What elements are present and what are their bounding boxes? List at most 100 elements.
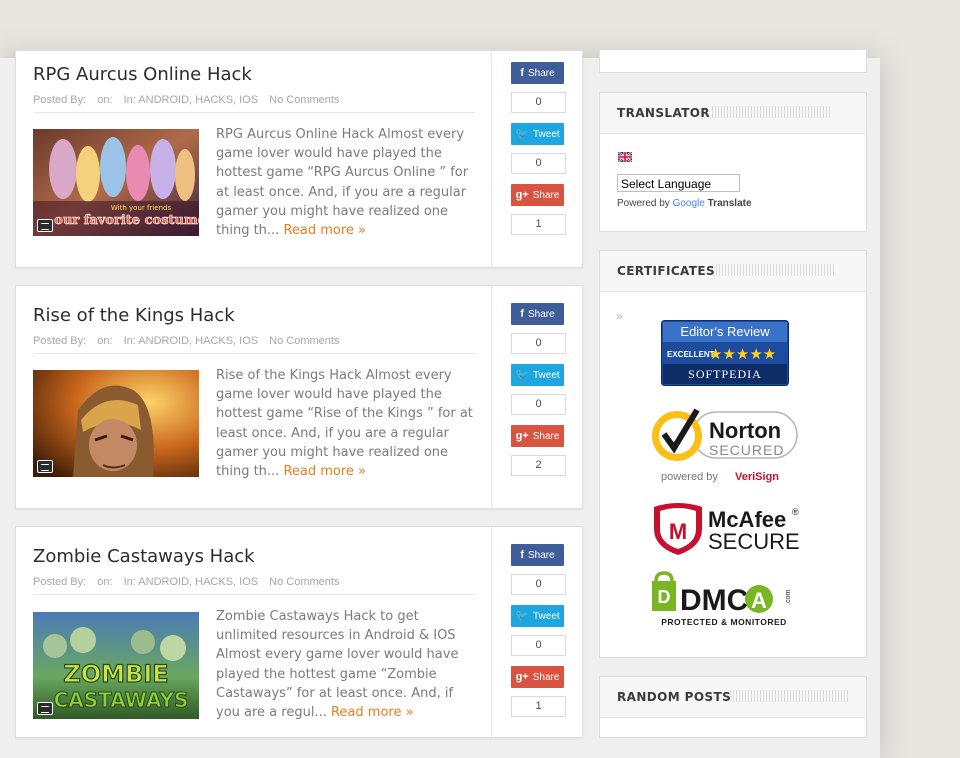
mcafee-reg: ® [792, 507, 799, 517]
certificates-widget: CERTIFICATES » Editor's Review EXCELLENT… [599, 250, 867, 658]
googleplus-share-button[interactable]: g+ Share [511, 184, 564, 206]
meta-comments[interactable]: No Comments [269, 576, 339, 588]
meta-categories[interactable]: In: ANDROID, HACKS, IOS [124, 576, 258, 588]
widget-header: RANDOM POSTS [600, 677, 866, 718]
meta-on: on: [97, 94, 113, 106]
tweet-count: 0 [511, 394, 566, 415]
twitter-icon: 🐦 [515, 369, 529, 381]
twitter-icon: 🐦 [515, 610, 529, 622]
norton-name: Norton [709, 418, 781, 443]
read-more-link[interactable]: Read more » [283, 223, 366, 238]
mcafee-secure-badge[interactable]: M McAfee ® SECURE [652, 501, 802, 557]
thumb-caption-2: our favorite costume! [54, 213, 199, 228]
read-more-link[interactable]: Read more » [283, 464, 366, 479]
norton-secured-badge[interactable]: Norton SECURED powered by VeriSign [649, 404, 801, 488]
header-stripes [712, 106, 832, 118]
dmca-protected-badge[interactable]: D DMC A .com PROTECTED & MONITORED [650, 571, 800, 629]
dmca-tagline: PROTECTED & MONITORED [661, 617, 787, 627]
google-logo-text: Google [672, 198, 705, 209]
twitter-tweet-button[interactable]: 🐦 Tweet [511, 605, 564, 627]
softpedia-excellent: EXCELLENT [667, 350, 715, 359]
post-title-link[interactable]: Zombie Castaways Hack [33, 546, 255, 567]
random-posts-widget: RANDOM POSTS [599, 676, 867, 738]
post-thumbnail[interactable]: With your friends our favorite costume! [33, 129, 199, 236]
gallery-icon [37, 219, 53, 232]
facebook-share-button[interactable]: f Share [511, 62, 564, 84]
googleplus-icon: g+ [515, 430, 529, 442]
uk-flag-icon[interactable] [618, 152, 632, 162]
post-card: RPG Aurcus Online Hack Posted By: on: In… [15, 50, 583, 268]
meta-on: on: [97, 576, 113, 588]
thumb-caption-1: With your friends [111, 204, 172, 212]
meta-comments[interactable]: No Comments [269, 335, 339, 347]
post-title-link[interactable]: Rise of the Kings Hack [33, 305, 235, 326]
softpedia-stars: ★★★★★ [709, 345, 776, 363]
google-translate-credit[interactable]: Powered by Google Translate [617, 198, 752, 209]
facebook-share-button[interactable]: f Share [511, 544, 564, 566]
googleplus-share-count: 2 [511, 455, 566, 476]
facebook-share-button[interactable]: f Share [511, 303, 564, 325]
facebook-share-count: 0 [511, 333, 566, 354]
twitter-tweet-button[interactable]: 🐦 Tweet [511, 123, 564, 145]
meta-posted-by: Posted By: [33, 94, 87, 106]
post-title-link[interactable]: RPG Aurcus Online Hack [33, 64, 252, 85]
meta-categories[interactable]: In: ANDROID, HACKS, IOS [124, 94, 258, 106]
meta-on: on: [97, 335, 113, 347]
mcafee-shield-icon: M [669, 519, 687, 544]
post-thumbnail[interactable] [33, 370, 199, 477]
top-widget-remnant [599, 50, 867, 73]
meta-comments[interactable]: No Comments [269, 94, 339, 106]
tweet-count: 0 [511, 635, 566, 656]
facebook-share-count: 0 [511, 574, 566, 595]
post-excerpt: RPG Aurcus Online Hack Almost every game… [216, 125, 478, 240]
googleplus-share-button[interactable]: g+ Share [511, 425, 564, 447]
post-thumbnail[interactable]: ZOMBIE CASTAWAYS [33, 612, 199, 719]
facebook-share-count: 0 [511, 92, 566, 113]
meta-posted-by: Posted By: [33, 576, 87, 588]
verisign-text: VeriSign [735, 471, 779, 483]
twitter-tweet-button[interactable]: 🐦 Tweet [511, 364, 564, 386]
language-select[interactable]: Select Language [617, 174, 740, 192]
widget-title: RANDOM POSTS [617, 690, 732, 704]
twitter-icon: 🐦 [515, 128, 529, 140]
facebook-icon: f [520, 67, 524, 79]
softpedia-badge[interactable]: Editor's Review EXCELLENT ★★★★★ SOFTPEDI… [661, 320, 791, 388]
header-stripes [716, 264, 836, 276]
googleplus-share-count: 1 [511, 214, 566, 235]
mcafee-secure-text: SECURE [708, 529, 800, 554]
googleplus-share-button[interactable]: g+ Share [511, 666, 564, 688]
post-meta: Posted By: on: In: ANDROID, HACKS, IOS N… [33, 576, 475, 595]
header-stripes [730, 690, 850, 702]
dmca-mc-text: DMC [680, 584, 748, 617]
post-excerpt: Rise of the Kings Hack Almost every game… [216, 366, 478, 481]
facebook-icon: f [520, 308, 524, 320]
meta-categories[interactable]: In: ANDROID, HACKS, IOS [124, 335, 258, 347]
norton-powered-by: powered by [661, 471, 718, 483]
thumbnail-art: With your friends our favorite costume! [33, 129, 199, 236]
post-card: Rise of the Kings Hack Posted By: on: In… [15, 285, 583, 509]
googleplus-share-count: 1 [511, 696, 566, 717]
gallery-icon [37, 702, 53, 715]
googleplus-icon: g+ [515, 189, 529, 201]
dmca-com: .com [785, 590, 792, 605]
thumb-caption-2: CASTAWAYS [54, 688, 189, 712]
excerpt-text: Rise of the Kings Hack Almost every game… [216, 368, 473, 480]
widget-header: CERTIFICATES [600, 251, 866, 292]
post-excerpt: Zombie Castaways Hack to get unlimited r… [216, 607, 478, 722]
norton-secured-text: SECURED [709, 442, 784, 458]
facebook-icon: f [520, 549, 524, 561]
gallery-icon [37, 460, 53, 473]
thumbnail-art: ZOMBIE CASTAWAYS [33, 612, 199, 719]
post-meta: Posted By: on: In: ANDROID, HACKS, IOS N… [33, 94, 475, 113]
share-column: f Share 0 🐦 Tweet 0 g+ Share 1 [491, 51, 582, 267]
excerpt-text: Zombie Castaways Hack to get unlimited r… [216, 609, 459, 721]
widget-title: CERTIFICATES [617, 264, 716, 278]
widget-title: TRANSLATOR [617, 106, 711, 120]
translate-label: Translate [707, 198, 752, 209]
read-more-link[interactable]: Read more » [331, 705, 414, 720]
share-column: f Share 0 🐦 Tweet 0 g+ Share 1 [491, 527, 582, 737]
tweet-count: 0 [511, 153, 566, 174]
meta-posted-by: Posted By: [33, 335, 87, 347]
dmca-a-text: A [751, 588, 767, 613]
thumb-caption-1: ZOMBIE [63, 660, 168, 688]
